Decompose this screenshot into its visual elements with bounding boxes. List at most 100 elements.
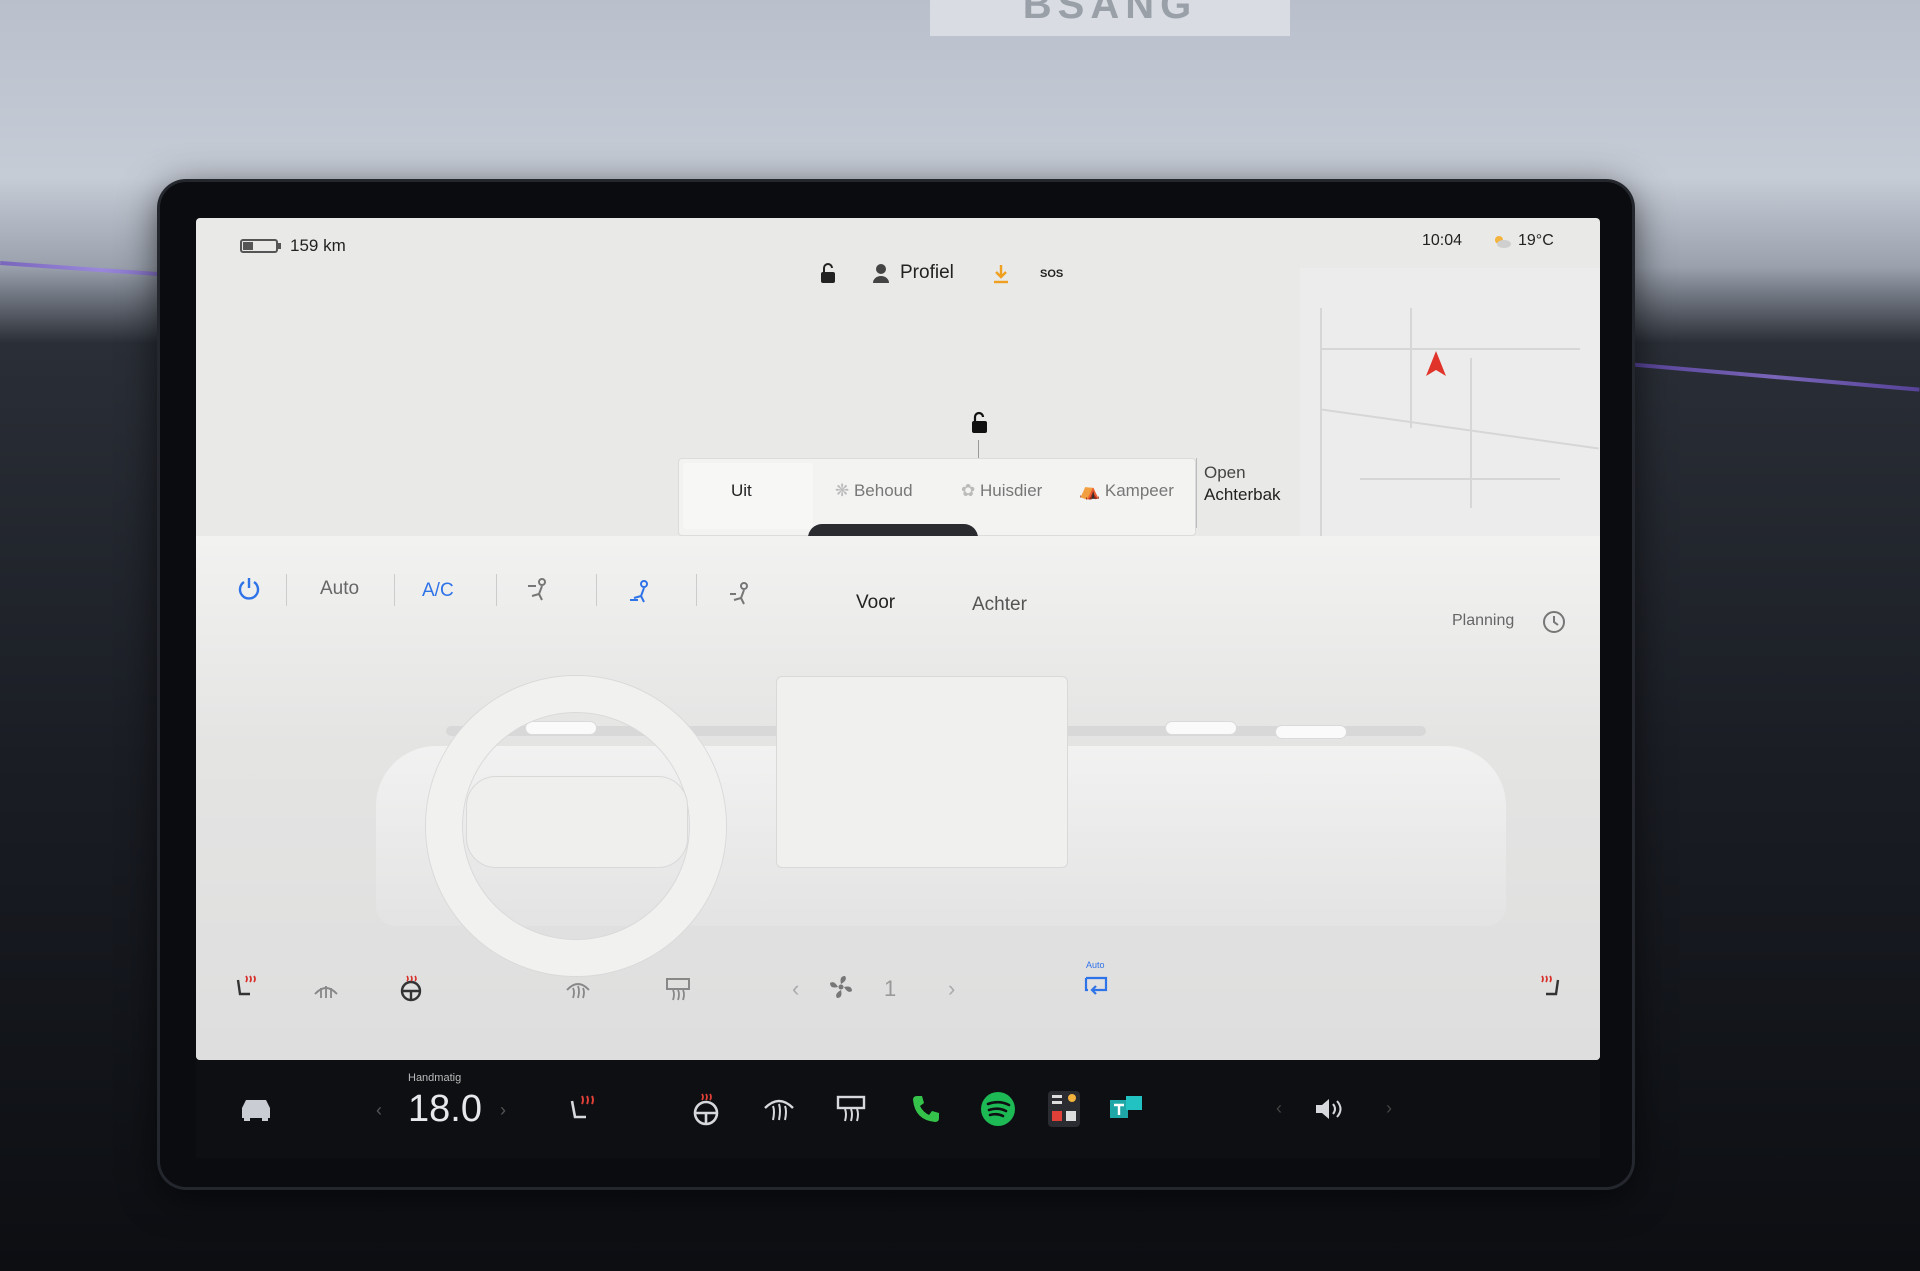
- steering-heat-button[interactable]: [398, 974, 424, 1007]
- sos-label: SOS: [1040, 268, 1064, 280]
- spotify-icon: [981, 1092, 1015, 1126]
- schedule-button[interactable]: [1542, 610, 1566, 639]
- phone-icon: [913, 1096, 939, 1122]
- touchscreen: 159 km Profiel SOS 10:04 19°C Open Achte…: [196, 218, 1600, 1060]
- rear-defrost-button[interactable]: [664, 976, 692, 1007]
- map-road: [1360, 478, 1560, 480]
- lock-open-icon: [821, 263, 835, 283]
- seat-heater-icon: [1541, 975, 1560, 996]
- airflow-face-icon: [528, 578, 546, 601]
- map-road: [1320, 308, 1322, 568]
- front-defrost-button[interactable]: [564, 978, 592, 1007]
- vent-passenger-inner[interactable]: [1166, 722, 1236, 734]
- auto-button[interactable]: Auto: [320, 578, 359, 600]
- volume-decrease-button[interactable]: ‹: [1276, 1098, 1282, 1119]
- map-road: [1321, 408, 1599, 450]
- vent-passenger-outer[interactable]: [1276, 726, 1346, 738]
- mode-camp[interactable]: ⛺ Kampeer: [1079, 481, 1174, 501]
- seat-heater-icon: [570, 1095, 594, 1119]
- tent-icon: ⛺: [1079, 481, 1105, 500]
- map-road: [1410, 308, 1412, 428]
- teams-app-button[interactable]: [1108, 1080, 1144, 1138]
- taskbar-front-defrost-button[interactable]: [762, 1080, 796, 1138]
- download-button[interactable]: [992, 264, 1010, 289]
- car-controls-button[interactable]: [236, 1080, 276, 1138]
- temp-increase-button[interactable]: ›: [500, 1100, 506, 1121]
- taskbar-rear-defrost-button[interactable]: [834, 1080, 868, 1138]
- fan-speed-indicator: [828, 974, 854, 1005]
- center-display-shape: [776, 676, 1068, 868]
- paw-icon: ✿: [961, 481, 980, 500]
- ac-label: A/C: [422, 580, 454, 601]
- front-zone-tab[interactable]: Voor: [856, 592, 895, 614]
- fan-increase-button[interactable]: ›: [948, 976, 955, 1002]
- download-icon: [994, 265, 1008, 284]
- front-defrost-icon: [764, 1099, 794, 1121]
- separator: [596, 574, 597, 606]
- apps-launcher-button[interactable]: [1046, 1080, 1082, 1138]
- separator: [394, 574, 395, 606]
- spotify-button[interactable]: [980, 1080, 1016, 1138]
- lock-button[interactable]: [818, 262, 838, 289]
- airflow-windshield-button[interactable]: [728, 582, 754, 611]
- fan-icon: ❋: [835, 481, 854, 500]
- mode-keep[interactable]: ❋ Behoud: [835, 481, 913, 501]
- defrost-icon: [314, 986, 338, 998]
- background-sign: BSANG: [930, 0, 1290, 36]
- separator: [286, 574, 287, 606]
- fan-icon: [830, 976, 852, 998]
- airflow-face-button[interactable]: [526, 578, 552, 607]
- taskbar-steering-heat-button[interactable]: [690, 1080, 722, 1138]
- steering-defrost-button[interactable]: [312, 978, 340, 1007]
- front-label: Voor: [856, 592, 896, 613]
- nav-arrow-icon: [1426, 351, 1446, 376]
- recirculation-icon: [1084, 976, 1108, 995]
- power-button[interactable]: [236, 576, 262, 607]
- range-text: 159 km: [290, 236, 346, 255]
- power-icon: [238, 578, 260, 600]
- seat-heat-driver-button[interactable]: [232, 974, 260, 1007]
- seat-heat-passenger-button[interactable]: [1536, 974, 1564, 1007]
- volume-icon: [1316, 1099, 1342, 1119]
- front-defrost-icon: [566, 983, 590, 999]
- separator: [496, 574, 497, 606]
- map-road: [1320, 348, 1580, 350]
- recirculation-button[interactable]: [1082, 974, 1110, 1005]
- planning-button[interactable]: Planning: [1452, 612, 1514, 630]
- clock-icon: [1543, 611, 1565, 633]
- phone-button[interactable]: [910, 1080, 942, 1138]
- profile-button[interactable]: Profiel: [872, 262, 954, 284]
- cabin-illustration[interactable]: [316, 656, 1506, 976]
- mode-dog-label: Huisdier: [979, 481, 1043, 500]
- temperature-text: 19°C: [1518, 232, 1554, 249]
- fan-decrease-button[interactable]: ‹: [792, 976, 799, 1002]
- taskbar-seat-heat-button[interactable]: [566, 1080, 598, 1138]
- temp-decrease-button[interactable]: ‹: [376, 1100, 382, 1121]
- seat-heater-icon: [236, 975, 256, 996]
- battery-status[interactable]: 159 km: [240, 236, 346, 256]
- rear-label: Achter: [972, 594, 1027, 615]
- steering-wheel-hub: [466, 776, 688, 868]
- teams-icon: [1110, 1096, 1142, 1118]
- cabin-temperature[interactable]: 18.0: [408, 1088, 482, 1131]
- car-lock-button[interactable]: [968, 410, 990, 439]
- taskbar: ‹ Handmatig 18.0 › ‹ ›: [196, 1060, 1600, 1158]
- separator: [696, 574, 697, 606]
- mode-dog[interactable]: ✿ Huisdier: [961, 481, 1042, 501]
- partly-cloudy-icon: [1495, 236, 1511, 248]
- volume-button[interactable]: [1314, 1080, 1344, 1138]
- airflow-windshield-icon: [730, 582, 748, 605]
- mode-camp-label: Kampeer: [1104, 481, 1174, 500]
- steering-wheel-heat-icon: [400, 975, 422, 1002]
- airflow-feet-button[interactable]: [628, 580, 654, 609]
- climate-panel: Auto A/C Voor Achter Planning ‹ 1 › Auto: [196, 536, 1600, 1060]
- auto-label: Auto: [320, 578, 360, 599]
- person-icon: [873, 264, 889, 283]
- map-view[interactable]: [1300, 268, 1600, 568]
- trunk-button[interactable]: Open Achterbak: [1204, 462, 1281, 506]
- volume-increase-button[interactable]: ›: [1386, 1098, 1392, 1119]
- mode-off[interactable]: Uit: [731, 481, 752, 501]
- sos-button[interactable]: SOS: [1040, 268, 1063, 280]
- ac-button[interactable]: A/C: [422, 580, 454, 602]
- rear-zone-tab[interactable]: Achter: [972, 594, 1027, 616]
